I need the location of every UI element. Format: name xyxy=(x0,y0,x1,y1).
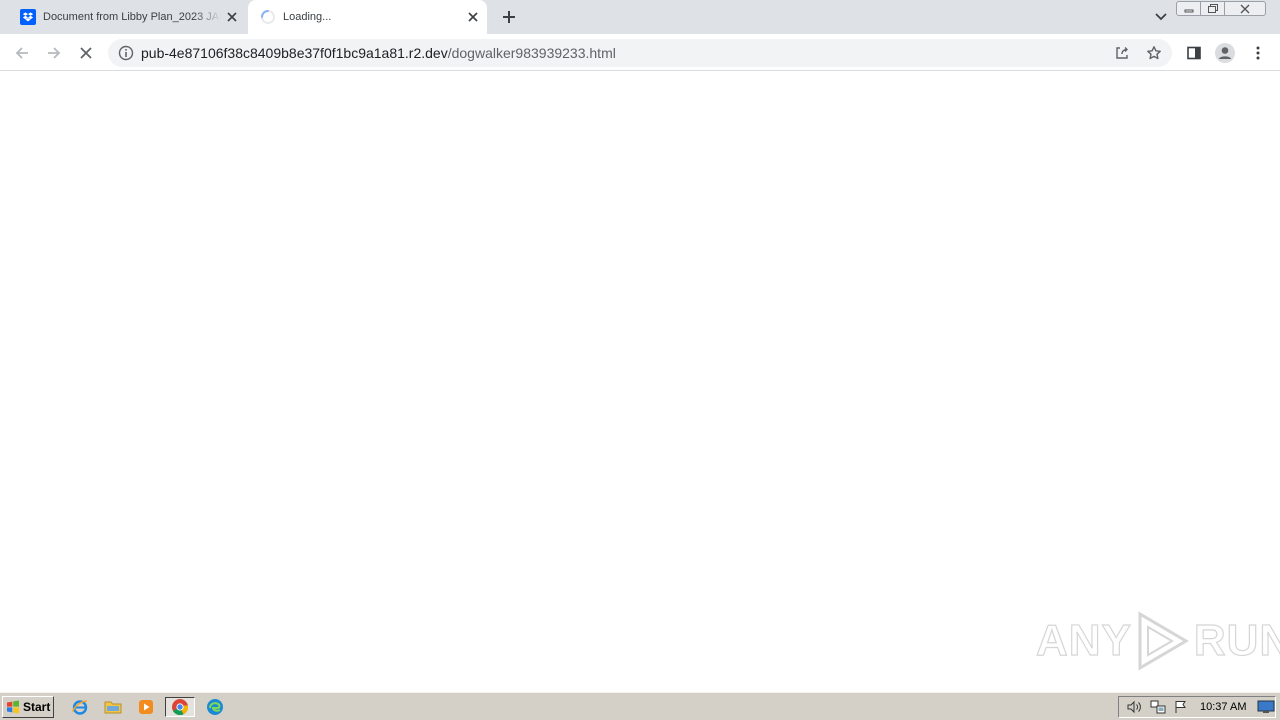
stop-loading-button[interactable] xyxy=(75,42,97,64)
restore-icon xyxy=(1207,4,1218,13)
profile-button[interactable] xyxy=(1214,42,1236,64)
share-icon[interactable] xyxy=(1113,44,1131,62)
network-icon[interactable] xyxy=(1149,699,1167,715)
window-controls xyxy=(1176,1,1266,16)
tab-dropbox-document[interactable]: Document from Libby Plan_2023 JAN xyxy=(8,0,246,34)
side-panel-icon xyxy=(1187,46,1201,60)
watermark-text-right: RUN xyxy=(1193,615,1280,665)
watermark-text-left: ANY xyxy=(1035,615,1132,665)
loading-spinner-icon xyxy=(260,9,276,25)
close-tab-icon[interactable] xyxy=(224,9,240,25)
tab-title: Loading... xyxy=(283,11,332,23)
chevron-down-icon xyxy=(1155,13,1167,21)
edge-icon[interactable] xyxy=(204,697,226,717)
dropbox-icon xyxy=(20,9,36,25)
chrome-taskbar-button[interactable] xyxy=(165,697,195,717)
close-icon xyxy=(80,47,92,59)
arrow-right-icon xyxy=(48,47,61,59)
url-text[interactable]: pub-4e87106f38c8409b8e37f0f1bc9a1a81.r2.… xyxy=(141,45,616,61)
info-icon[interactable] xyxy=(118,45,134,61)
close-window-button[interactable] xyxy=(1224,1,1266,16)
tab-strip: Document from Libby Plan_2023 JAN Loadin… xyxy=(0,0,1280,34)
start-button[interactable]: Start xyxy=(2,696,54,718)
url-path: /dogwalker983939233.html xyxy=(447,45,616,61)
start-label: Start xyxy=(23,700,51,714)
windows-flag-icon xyxy=(7,700,19,714)
action-center-flag-icon[interactable] xyxy=(1172,699,1190,715)
internet-explorer-icon[interactable] xyxy=(69,697,91,717)
bookmark-star-icon[interactable] xyxy=(1145,44,1163,62)
tab-loading[interactable]: Loading... xyxy=(248,0,487,34)
tab-search-button[interactable] xyxy=(1152,8,1170,26)
avatar-icon xyxy=(1215,43,1235,63)
restore-button[interactable] xyxy=(1200,1,1225,16)
show-desktop-icon[interactable] xyxy=(1257,700,1275,714)
minimize-icon xyxy=(1184,9,1193,12)
side-panel-button[interactable] xyxy=(1183,42,1205,64)
forward-button[interactable] xyxy=(43,42,65,64)
tab-title: Document from Libby Plan_2023 JAN xyxy=(43,11,221,23)
kebab-menu-icon xyxy=(1256,46,1260,60)
chrome-icon xyxy=(172,699,189,715)
arrow-left-icon xyxy=(15,47,28,59)
close-tab-icon[interactable] xyxy=(465,9,481,25)
anyrun-watermark: ANY RUN xyxy=(1035,606,1280,676)
back-button[interactable] xyxy=(11,42,33,64)
file-explorer-icon[interactable] xyxy=(102,697,124,717)
plus-icon xyxy=(503,11,515,23)
media-player-icon[interactable] xyxy=(135,697,157,717)
browser-toolbar: pub-4e87106f38c8409b8e37f0f1bc9a1a81.r2.… xyxy=(0,34,1280,71)
url-host: pub-4e87106f38c8409b8e37f0f1bc9a1a81.r2.… xyxy=(141,45,448,61)
play-logo-icon xyxy=(1138,611,1189,671)
minimize-button[interactable] xyxy=(1176,1,1201,16)
volume-icon[interactable] xyxy=(1125,699,1143,715)
close-icon xyxy=(1240,4,1250,13)
system-tray: 10:37 AM xyxy=(1118,696,1276,718)
menu-button[interactable] xyxy=(1247,42,1269,64)
new-tab-button[interactable] xyxy=(499,7,519,27)
clock[interactable]: 10:37 AM xyxy=(1200,701,1255,713)
address-bar[interactable]: pub-4e87106f38c8409b8e37f0f1bc9a1a81.r2.… xyxy=(108,39,1172,67)
page-viewport xyxy=(0,72,1280,692)
taskbar: Start 10:37 AM xyxy=(0,692,1280,720)
